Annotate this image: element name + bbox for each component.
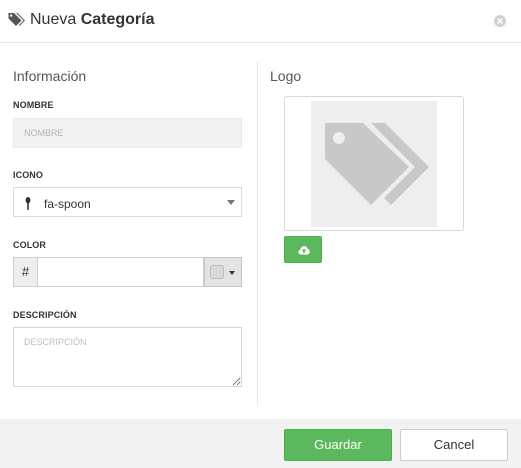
color-hash-addon: #	[13, 257, 38, 287]
color-input-group: #	[13, 257, 242, 287]
modal-dialog: Nueva Categoría Información NOMBRE ICONO…	[0, 0, 521, 468]
icono-label: ICONO	[13, 170, 44, 180]
chevron-down-icon	[227, 200, 235, 205]
tags-icon	[325, 123, 429, 205]
column-divider	[257, 62, 258, 405]
upload-logo-button[interactable]	[284, 236, 322, 263]
color-label: COLOR	[13, 240, 46, 250]
cloud-upload-icon	[298, 246, 310, 255]
logo-placeholder	[311, 101, 437, 227]
color-input[interactable]	[38, 257, 204, 287]
spoon-icon	[25, 197, 31, 215]
info-section-title: Información	[13, 68, 87, 84]
nombre-label: NOMBRE	[13, 100, 54, 110]
color-swatch	[210, 265, 224, 279]
nombre-input[interactable]	[13, 118, 242, 148]
icono-selected-value: fa-spoon	[44, 197, 91, 211]
close-icon[interactable]	[494, 15, 506, 27]
cancel-button[interactable]: Cancel	[400, 429, 508, 461]
modal-title: Nueva Categoría	[30, 11, 155, 29]
modal-footer: Guardar Cancel	[0, 419, 521, 468]
title-main: Categoría	[80, 11, 155, 28]
logo-section-title: Logo	[270, 68, 302, 84]
caret-down-icon	[229, 271, 235, 275]
descripcion-label: DESCRIPCIÓN	[13, 310, 77, 320]
title-prefix: Nueva	[30, 11, 77, 28]
color-picker-button[interactable]	[204, 257, 242, 287]
icono-select[interactable]: fa-spoon	[13, 187, 242, 217]
tags-icon	[8, 12, 26, 28]
modal-header: Nueva Categoría	[0, 0, 521, 43]
logo-preview	[284, 96, 464, 231]
descripcion-textarea[interactable]	[13, 327, 242, 387]
save-button[interactable]: Guardar	[284, 429, 392, 461]
